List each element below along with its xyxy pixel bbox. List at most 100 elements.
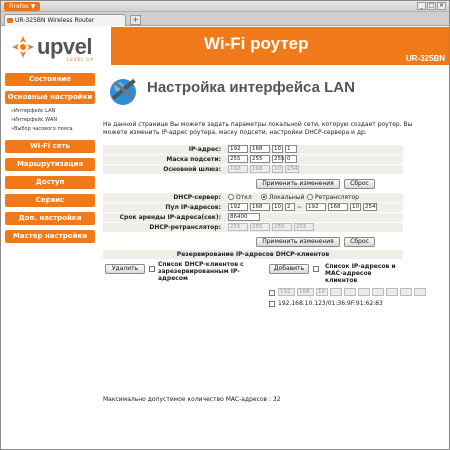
delete-button[interactable]: Удалить — [105, 264, 145, 274]
relay-octet-4: 255 — [294, 223, 314, 231]
new-entry-mac-5[interactable] — [400, 288, 412, 296]
ip-octet-4[interactable]: 1 — [285, 145, 297, 153]
page-banner-title: Wi-Fi роутер — [204, 34, 309, 53]
ip-row: IP-адрес: 192 168 10 1 — [103, 145, 403, 154]
firefox-menu-button[interactable]: Firefox ▼ — [4, 2, 41, 11]
new-entry-mac-3[interactable] — [372, 288, 384, 296]
apply-button-2[interactable]: Применить изменения — [256, 237, 340, 247]
tools-icon — [110, 78, 136, 105]
ip-label: IP-адрес: — [188, 146, 221, 153]
tab-router[interactable]: UR-325BN Wireless Router — [4, 14, 126, 26]
mask-octet-2[interactable]: 255 — [250, 155, 270, 163]
new-entry-ip-1[interactable]: 192 — [278, 288, 295, 296]
new-entry-ip-4[interactable] — [330, 288, 342, 296]
mask-octet-1[interactable]: 255 — [228, 155, 248, 163]
relay-octet-1: 255 — [228, 223, 248, 231]
lease-input[interactable]: 86400 — [228, 213, 260, 221]
dhcp-local-radio[interactable] — [261, 194, 267, 200]
sidebar-item-wifi[interactable]: Wi-Fi сеть — [5, 140, 95, 153]
sidebar-subitem-wan[interactable]: »Интерфейс WAN — [11, 117, 57, 123]
model-name: UR-325BN — [405, 54, 445, 63]
mask-octet-4[interactable]: 0 — [285, 155, 297, 163]
sidebar-item-service[interactable]: Сервис — [5, 194, 95, 207]
pool-end-octet-2[interactable]: 168 — [328, 203, 348, 211]
sidebar-item-advanced[interactable]: Доп. настройки — [5, 212, 95, 225]
tab-bar: UR-325BN Wireless Router + — [1, 12, 449, 26]
gateway-octet-4: 254 — [285, 165, 299, 173]
reserved-list-label: Список DHCP-клиентов с зарезервированным… — [158, 261, 244, 282]
ip-octet-2[interactable]: 168 — [250, 145, 270, 153]
mask-octet-3[interactable]: 255 — [272, 155, 285, 163]
sidebar-item-wizard[interactable]: Мастер настройки — [5, 230, 95, 243]
maximize-button[interactable]: □ — [427, 2, 436, 10]
mask-label: Маска подсети: — [166, 156, 221, 163]
client-entry-checkbox[interactable] — [269, 301, 275, 307]
relay-octet-3: 255 — [272, 223, 292, 231]
title-bar: Firefox ▼ _ □ ✕ — [1, 1, 449, 12]
new-entry-mac-1[interactable] — [344, 288, 356, 296]
brand-tagline: LEVEL UP — [67, 57, 94, 62]
gateway-octet-2: 168 — [250, 165, 270, 173]
header-banner: Wi-Fi роутер UR-325BN — [111, 27, 449, 65]
client-select-all-checkbox[interactable] — [313, 266, 319, 272]
page-header: upvel LEVEL UP Wi-Fi роутер UR-325BN — [1, 27, 449, 65]
reservation-header: Резервирование IP-адресов DHCP-клиентов — [103, 250, 403, 259]
page-description: На данной странице Вы можете задать пара… — [103, 121, 413, 136]
gateway-row: Основной шлюз: 192 168 10 254 — [103, 165, 403, 174]
pool-start-octet-3[interactable]: 10 — [272, 203, 283, 211]
pool-start-octet-4[interactable]: 2 — [285, 203, 295, 211]
new-tab-button[interactable]: + — [130, 15, 141, 25]
client-entry: 192.168.10.123/01:36:9F:91:62:83 — [278, 300, 383, 307]
gateway-label: Основной шлюз: — [163, 166, 221, 173]
ip-octet-1[interactable]: 192 — [228, 145, 248, 153]
reserved-select-all-checkbox[interactable] — [149, 266, 155, 272]
sidebar-item-basic-settings[interactable]: Основные настройки — [5, 91, 95, 104]
mask-row: Маска подсети: 255 255 255 0 — [103, 155, 403, 164]
sidebar-subitem-lan[interactable]: »Интерфейс LAN — [11, 108, 55, 114]
gateway-octet-1: 192 — [228, 165, 248, 173]
ip-octet-3[interactable]: 10 — [272, 145, 283, 153]
relay-label: DHCP-ретранслятор: — [149, 224, 221, 231]
dhcp-label: DHCP-сервер: — [173, 194, 221, 201]
dhcp-local-label: Локальный — [269, 194, 305, 201]
relay-octet-2: 255 — [250, 223, 270, 231]
browser-window: Firefox ▼ _ □ ✕ UR-325BN Wireless Router… — [0, 0, 450, 450]
new-entry-checkbox[interactable] — [269, 290, 275, 296]
dhcp-off-label: Откл — [236, 194, 252, 201]
pool-start-octet-1[interactable]: 192 — [228, 203, 248, 211]
new-entry-mac-4[interactable] — [386, 288, 398, 296]
dhcp-relay-radio[interactable] — [307, 194, 313, 200]
add-button[interactable]: Добавить — [269, 264, 309, 274]
ip-mac-list-label: Список IP-адресов и MAC-адресов клиентов — [325, 263, 396, 284]
router-page: upvel LEVEL UP Wi-Fi роутер UR-325BN Сос… — [1, 27, 449, 449]
minimize-button[interactable]: _ — [417, 2, 426, 10]
close-window-button[interactable]: ✕ — [437, 2, 446, 10]
pool-end-octet-3[interactable]: 10 — [350, 203, 361, 211]
lease-row: Срок аренды IP-адреса(сек): 86400 — [103, 213, 403, 222]
pool-end-octet-4[interactable]: 254 — [363, 203, 377, 211]
reset-button-1[interactable]: Сброс — [344, 179, 375, 189]
sidebar-item-access[interactable]: Доступ — [5, 176, 95, 189]
relay-row: DHCP-ретранслятор: 255 255 255 255 — [103, 223, 403, 232]
sidebar-item-routing[interactable]: Маршрутизация — [5, 158, 95, 171]
favicon-icon — [7, 18, 13, 23]
max-mac-note: Максимально допустимое количество MAC-ад… — [103, 396, 281, 403]
pool-row: Пул IP-адресов: 192 168 10 2 ~ 192 168 1… — [103, 203, 403, 212]
new-entry-mac-6[interactable] — [414, 288, 426, 296]
dhcp-row: DHCP-сервер: Откл Локальный Ретранслятор — [103, 193, 403, 202]
main-content: Настройка интерфейса LAN На данной стран… — [103, 65, 449, 449]
pool-separator: ~ — [297, 204, 303, 211]
sidebar-subitem-timezone[interactable]: »Выбор часового пояса — [11, 126, 73, 132]
new-entry-ip-3[interactable]: 10 — [316, 288, 328, 296]
sidebar-item-status[interactable]: Состояние — [5, 73, 95, 86]
sidebar: Состояние Основные настройки »Интерфейс … — [1, 65, 99, 449]
lease-label: Срок аренды IP-адреса(сек): — [119, 214, 221, 221]
dhcp-off-radio[interactable] — [228, 194, 234, 200]
new-entry-ip-2[interactable]: 168 — [297, 288, 314, 296]
new-entry-mac-2[interactable] — [358, 288, 370, 296]
apply-button-1[interactable]: Применить изменения — [256, 179, 340, 189]
pool-end-octet-1[interactable]: 192 — [306, 203, 326, 211]
reset-button-2[interactable]: Сброс — [344, 237, 375, 247]
pool-start-octet-2[interactable]: 168 — [250, 203, 270, 211]
tab-title: UR-325BN Wireless Router — [15, 17, 95, 24]
